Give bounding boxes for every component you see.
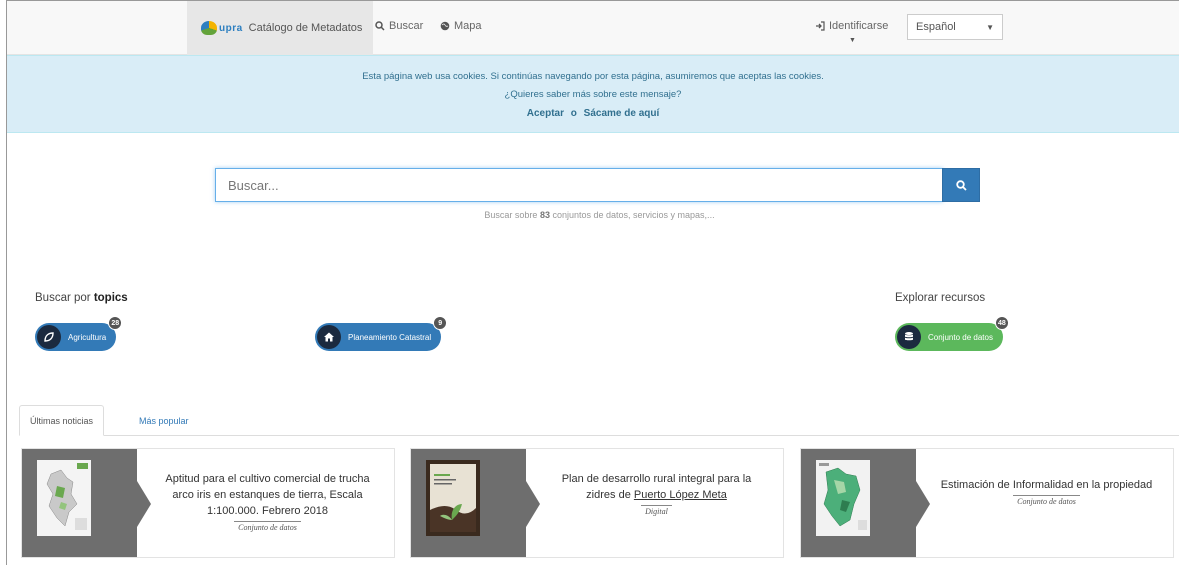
card-text: Estimación de Informalidad en la propied…	[926, 477, 1167, 509]
search-box	[215, 168, 943, 202]
map-thumbnail	[37, 460, 91, 536]
topic-label: Planeamiento Catastral	[348, 332, 432, 342]
card-type-label: Digital	[641, 505, 672, 517]
brand-label: Catálogo de Metadatos	[248, 22, 363, 34]
tab-ultimas-noticias[interactable]: Últimas noticias	[19, 405, 105, 436]
home-icon	[317, 325, 341, 349]
topics-title-bold: topics	[93, 292, 128, 304]
brand-link[interactable]: upra Catálogo de Metadatos	[187, 1, 373, 55]
card-title-line: 1:100.000. Febrero 2018	[206, 505, 329, 517]
cookie-leave-button[interactable]: Sácame de aquí	[584, 108, 660, 119]
cookie-or-text: o	[570, 108, 577, 119]
document-cover-thumbnail	[426, 460, 480, 536]
news-tabs: Últimas noticias Más popular	[19, 405, 1179, 436]
card-title-fragment: zidres de	[586, 489, 631, 501]
map-thumbnail	[816, 460, 870, 536]
topic-label: Agricultura	[68, 332, 107, 342]
topics-title-prefix: Buscar por	[35, 292, 91, 304]
card-title-line: Plan de desarrollo rural integral para l…	[561, 473, 752, 485]
database-icon	[897, 325, 921, 349]
leaf-icon	[37, 325, 61, 349]
page: upra Catálogo de Metadatos Buscar Mapa I…	[6, 0, 1179, 565]
nav-identificarse[interactable]: Identificarse	[815, 20, 888, 32]
cookie-actions: Aceptar o Sácame de aquí	[7, 108, 1179, 119]
topic-planeamiento-catastral[interactable]: Planeamiento Catastral 9	[315, 316, 448, 351]
topic-agricultura[interactable]: Agricultura 28	[35, 316, 123, 351]
news-card[interactable]: Estimación de Informalidad en la propied…	[800, 448, 1174, 558]
resource-label: Conjunto de datos	[928, 332, 993, 342]
card-type-label: Conjunto de datos	[1013, 495, 1080, 507]
topic-count-badge: 28	[108, 316, 123, 330]
nav-mapa[interactable]: Mapa	[440, 20, 482, 32]
card-type-label: Conjunto de datos	[234, 521, 301, 533]
search-hint-count: 83	[539, 210, 550, 220]
sign-in-icon	[816, 21, 825, 31]
news-card[interactable]: Aptitud para el cultivo comercial de tru…	[21, 448, 395, 558]
resource-conjunto-de-datos[interactable]: Conjunto de datos 48	[895, 316, 1009, 351]
card-text: Plan de desarrollo rural integral para l…	[536, 471, 777, 519]
search-button[interactable]	[942, 168, 980, 202]
search-icon	[955, 179, 967, 191]
nav-mapa-label: Mapa	[454, 20, 482, 32]
search-hint-prefix: Buscar sobre	[484, 210, 538, 220]
card-title-line: Aptitud para el cultivo comercial de tru…	[165, 473, 370, 485]
caret-down-icon: ▼	[849, 37, 856, 44]
caret-down-icon: ▼	[986, 22, 994, 32]
cookie-accept-button[interactable]: Aceptar	[527, 108, 564, 119]
upra-logo-mark-icon	[201, 21, 217, 35]
nav-identificarse-label: Identificarse	[829, 20, 889, 32]
card-title-line: Estimación de Informalidad en la propied…	[940, 479, 1153, 491]
card-text: Aptitud para el cultivo comercial de tru…	[147, 471, 388, 535]
search-hint-suffix: conjuntos de datos, servicios y mapas,..…	[552, 210, 715, 220]
upra-logo: upra	[201, 21, 243, 35]
topics-title: Buscar por topics	[35, 292, 128, 304]
language-selected: Español	[916, 21, 956, 33]
resource-count-badge: 48	[994, 316, 1009, 330]
nav-buscar[interactable]: Buscar	[375, 20, 423, 32]
card-title-line-2: zidres de Puerto López Meta	[536, 487, 777, 503]
card-title-link[interactable]: Puerto López Meta	[634, 489, 727, 501]
search-input[interactable]	[228, 177, 942, 193]
upra-logo-text: upra	[219, 22, 243, 34]
cookie-banner: Esta página web usa cookies. Si continúa…	[7, 55, 1179, 133]
language-select[interactable]: Español ▼	[907, 14, 1003, 40]
search-hint: Buscar sobre 83 conjuntos de datos, serv…	[7, 210, 1179, 220]
cookie-message: Esta página web usa cookies. Si continúa…	[362, 71, 824, 82]
cookie-more-info-link[interactable]: ¿Quieres saber más sobre este mensaje?	[7, 89, 1179, 100]
nav-buscar-label: Buscar	[389, 20, 424, 32]
news-card[interactable]: Plan de desarrollo rural integral para l…	[410, 448, 784, 558]
globe-icon	[440, 21, 450, 31]
card-title-line: arco iris en estanques de tierra, Escala	[172, 489, 363, 501]
topic-count-badge: 9	[433, 316, 448, 330]
tab-mas-popular[interactable]: Más popular	[129, 405, 199, 436]
search-icon	[375, 21, 385, 31]
resources-title: Explorar recursos	[895, 292, 986, 304]
top-navbar: upra Catálogo de Metadatos Buscar Mapa I…	[7, 1, 1179, 55]
